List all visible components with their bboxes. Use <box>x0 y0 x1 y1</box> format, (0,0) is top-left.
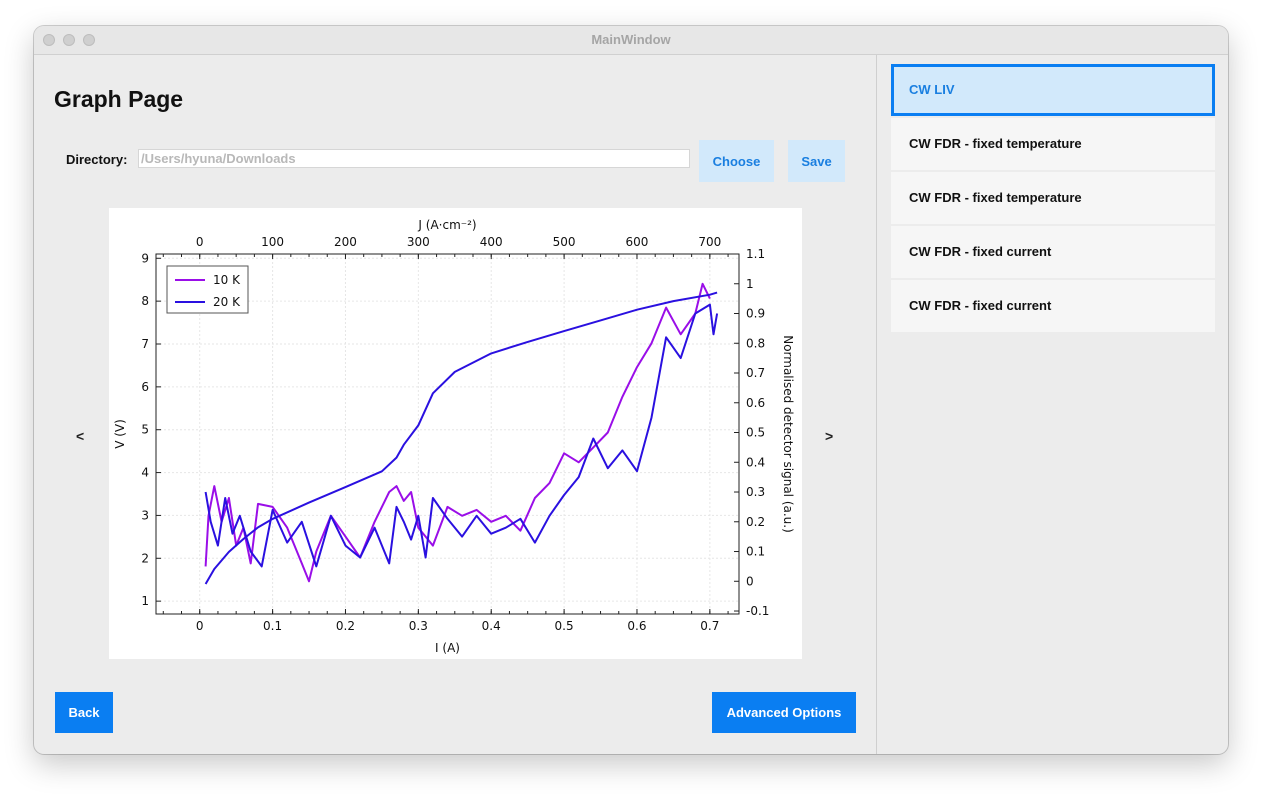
x-tick-label: 0.2 <box>336 619 355 633</box>
x-tick-label: 0.5 <box>555 619 574 633</box>
y2-tick-label: 1.1 <box>746 247 765 261</box>
y2-tick-label: 0.3 <box>746 485 765 499</box>
legend-label: 20 K <box>213 295 241 309</box>
y2-tick-label: 0.2 <box>746 515 765 529</box>
chart-legend: 10 K 20 K <box>166 265 249 314</box>
list-item-cw-fdr-fixed-current-2[interactable]: CW FDR - fixed current <box>891 280 1215 332</box>
x-tick-label: 0 <box>196 619 204 633</box>
x-axis-label: I (A) <box>435 641 460 655</box>
liv-plot: 0 0.1 0.2 0.3 0.4 0.5 0.6 0.7 0 100 200 300 400 500 60… <box>109 208 802 659</box>
x-tick-label: 0.3 <box>409 619 428 633</box>
title-bar: MainWindow <box>34 26 1228 55</box>
choose-button[interactable]: Choose <box>699 140 774 182</box>
y-tick-label: 9 <box>141 251 149 265</box>
y2-tick-label: 0.9 <box>746 307 765 321</box>
y-tick-label: 1 <box>141 594 149 608</box>
x2-tick-label: 700 <box>698 235 721 249</box>
series-line-10k <box>204 282 711 583</box>
window-title: MainWindow <box>591 32 671 47</box>
main-window: MainWindow Graph Page Directory: Choose … <box>34 26 1228 754</box>
y-tick-label: 8 <box>141 294 149 308</box>
next-graph-button[interactable]: > <box>825 428 833 444</box>
liv-chart-svg: 0 0.1 0.2 0.3 0.4 0.5 0.6 0.70 100 200 300 400 500 60… <box>113 218 795 655</box>
list-item-cw-fdr-fixed-temperature-2[interactable]: CW FDR - fixed temperature <box>891 172 1215 224</box>
top-axis-label: J (A·cm⁻²) <box>417 218 476 232</box>
save-button[interactable]: Save <box>788 140 845 182</box>
directory-label: Directory: <box>66 152 128 167</box>
directory-input[interactable] <box>138 149 690 168</box>
x2-tick-label: 100 <box>261 235 284 249</box>
sidebar-divider <box>876 55 877 754</box>
y-axis-label: V (V) <box>113 419 127 449</box>
y-tick-label: 2 <box>141 551 149 565</box>
x2-tick-label: 0 <box>196 235 204 249</box>
list-item-cw-fdr-fixed-current[interactable]: CW FDR - fixed current <box>891 226 1215 278</box>
y-tick-label: 4 <box>141 466 149 480</box>
y-tick-label: 5 <box>141 423 149 437</box>
y2-tick-label: 0.6 <box>746 396 765 410</box>
measurement-list: CW LIV CW FDR - fixed temperature CW FDR… <box>891 64 1215 334</box>
y-tick-label: 7 <box>141 337 149 351</box>
right-axis-label: Normalised detector signal (a.u.) <box>781 335 795 533</box>
y-tick-label: 6 <box>141 380 149 394</box>
y2-tick-label: -0.1 <box>746 604 769 618</box>
x2-tick-label: 400 <box>480 235 503 249</box>
x-tick-label: 0.7 <box>700 619 719 633</box>
x2-tick-label: 200 <box>334 235 357 249</box>
legend-label: 10 K <box>213 273 241 287</box>
x-tick-label: 0.1 <box>263 619 282 633</box>
page-title: Graph Page <box>54 86 184 112</box>
list-item-cw-fdr-fixed-temperature[interactable]: CW FDR - fixed temperature <box>891 118 1215 170</box>
x2-tick-label: 300 <box>407 235 430 249</box>
y2-tick-label: 0.7 <box>746 366 765 380</box>
y2-tick-label: 0.8 <box>746 336 765 350</box>
x-tick-label: 0.6 <box>627 619 646 633</box>
list-item-cw-liv[interactable]: CW LIV <box>891 64 1215 116</box>
x-tick-label: 0.4 <box>482 619 501 633</box>
x2-tick-label: 500 <box>553 235 576 249</box>
previous-graph-button[interactable]: < <box>76 428 84 444</box>
advanced-options-button[interactable]: Advanced Options <box>712 692 856 733</box>
back-button[interactable]: Back <box>55 692 113 733</box>
y2-tick-label: 1 <box>746 277 754 291</box>
y2-tick-label: 0 <box>746 574 754 588</box>
x2-tick-label: 600 <box>626 235 649 249</box>
y2-tick-label: 0.4 <box>746 455 765 469</box>
y-tick-label: 3 <box>141 508 149 522</box>
iv-curve-line <box>204 291 718 585</box>
y2-tick-label: 0.5 <box>746 426 765 440</box>
y2-tick-label: 0.1 <box>746 545 765 559</box>
